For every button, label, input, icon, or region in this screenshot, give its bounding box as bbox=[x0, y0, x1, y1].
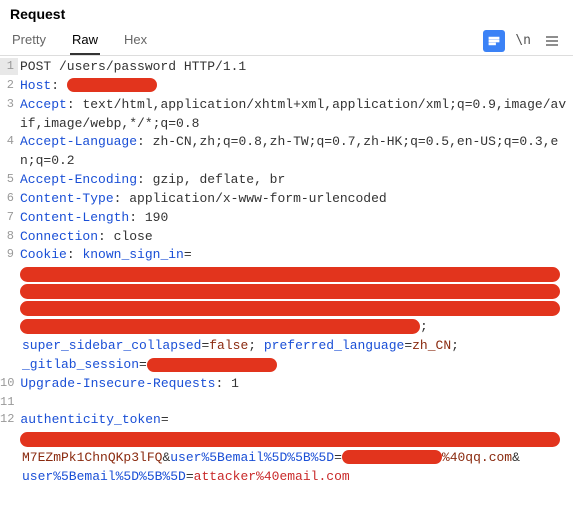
redacted-value bbox=[147, 358, 277, 372]
redacted-value bbox=[67, 78, 157, 92]
tab-pretty[interactable]: Pretty bbox=[10, 26, 48, 55]
panel-title: Request bbox=[10, 6, 65, 22]
header-accept-language: Accept-Language: zh-CN,zh;q=0.8,zh-TW;q=… bbox=[18, 133, 573, 171]
redacted-value bbox=[342, 450, 442, 464]
line-number: 7 bbox=[0, 209, 18, 226]
line-number: 5 bbox=[0, 171, 18, 188]
line-number: 9 bbox=[0, 246, 18, 263]
line-number: 10 bbox=[0, 375, 18, 392]
cookie-continuation: _gitlab_session= bbox=[20, 356, 573, 375]
line-number: 2 bbox=[0, 77, 18, 94]
line-number: 6 bbox=[0, 190, 18, 207]
redacted-value bbox=[20, 319, 420, 334]
line-number: 3 bbox=[0, 96, 18, 113]
body-continuation: user%5Bemail%5D%5B%5D=attacker%40email.c… bbox=[20, 468, 573, 487]
redacted-value bbox=[20, 284, 560, 299]
line-number: 12 bbox=[0, 411, 18, 428]
header-upgrade-insecure: Upgrade-Insecure-Requests: 1 bbox=[18, 375, 573, 394]
header-accept-encoding: Accept-Encoding: gzip, deflate, br bbox=[18, 171, 573, 190]
redacted-value bbox=[20, 301, 560, 316]
tab-raw[interactable]: Raw bbox=[70, 26, 100, 55]
redacted-value bbox=[20, 432, 560, 447]
line-number: 11 bbox=[0, 394, 18, 411]
line-number: 1 bbox=[0, 58, 18, 75]
menu-icon[interactable] bbox=[541, 30, 563, 52]
header-host: Host: bbox=[18, 77, 573, 96]
header-accept: Accept: text/html,application/xhtml+xml,… bbox=[18, 96, 573, 134]
body-continuation: M7EZmPk1ChnQKp3lFQ&user%5Bemail%5D%5B%5D… bbox=[20, 449, 573, 468]
header-connection: Connection: close bbox=[18, 228, 573, 247]
tabs-bar: Pretty Raw Hex \n bbox=[0, 22, 573, 56]
line-number: 8 bbox=[0, 228, 18, 245]
newline-toggle[interactable]: \n bbox=[515, 33, 531, 48]
header-content-type: Content-Type: application/x-www-form-url… bbox=[18, 190, 573, 209]
actions-icon[interactable] bbox=[483, 30, 505, 52]
raw-request[interactable]: 1 POST /users/password HTTP/1.1 2 Host: … bbox=[0, 56, 573, 487]
line-number: 4 bbox=[0, 133, 18, 150]
tab-hex[interactable]: Hex bbox=[122, 26, 149, 55]
redacted-value bbox=[20, 267, 560, 282]
request-body: authenticity_token= bbox=[18, 411, 573, 430]
header-cookie: Cookie: known_sign_in= bbox=[18, 246, 573, 265]
cookie-continuation: super_sidebar_collapsed=false; preferred… bbox=[20, 337, 573, 356]
request-line: POST /users/password HTTP/1.1 bbox=[18, 58, 573, 77]
header-content-length: Content-Length: 190 bbox=[18, 209, 573, 228]
